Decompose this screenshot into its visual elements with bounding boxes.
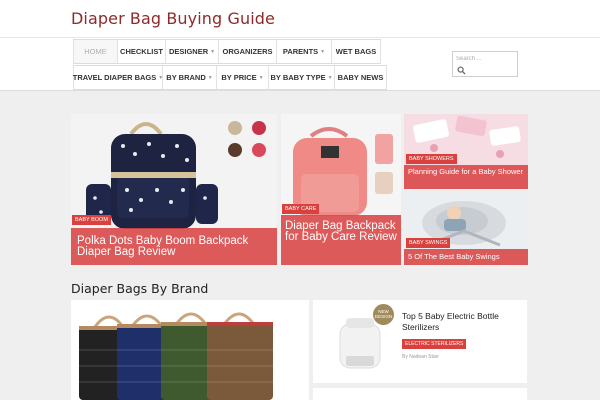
category-label[interactable]: Baby Swings [406, 238, 451, 248]
nav-label: By Price [221, 73, 257, 82]
nav-item-wet-bags[interactable]: Wet Bags [331, 40, 381, 63]
featured-post-4[interactable]: Baby Swings 5 Of The Best Baby Swings [404, 191, 528, 265]
search-box [452, 51, 518, 77]
featured-title[interactable]: Polka Dots Baby Boom Backpack Diaper Bag… [71, 228, 277, 265]
chevron-down-icon: ▼ [320, 48, 326, 55]
chevron-down-icon: ▼ [258, 74, 264, 81]
search-input[interactable] [456, 54, 514, 63]
featured-title[interactable]: Diaper Bag Backpack for Baby Care Review [281, 215, 401, 265]
nav-label: Travel Diaper Bags [72, 73, 157, 82]
featured-post-1[interactable]: Baby Boom Polka Dots Baby Boom Backpack … [71, 114, 277, 265]
nav-item-home[interactable]: Home [73, 40, 117, 63]
category-label[interactable]: Baby Care [282, 204, 320, 214]
chevron-down-icon: ▼ [327, 74, 333, 81]
post-category[interactable]: ELECTRIC STERILIZERS [402, 339, 467, 349]
nav-label: By Baby Type [270, 73, 326, 82]
nav-item-by-brand[interactable]: By Brand ▼ [162, 66, 216, 89]
chevron-down-icon: ▼ [207, 74, 213, 81]
new-design-badge: NEW DESIGN [373, 304, 394, 325]
post-title[interactable]: Top 5 Baby Electric Bottle Sterilizers [402, 311, 520, 333]
nav-row-1: Home Checklist Designer ▼ Organizers Parents ▼… [73, 39, 381, 64]
nav-item-designer[interactable]: Designer ▼ [165, 40, 218, 63]
featured-title[interactable]: 5 Of The Best Baby Swings [404, 249, 528, 265]
nav-item-parents[interactable]: Parents ▼ [276, 40, 331, 63]
nav-item-organizers[interactable]: Organizers [218, 40, 276, 63]
nav-label: Home [84, 47, 107, 56]
nav-label: Organizers [222, 47, 273, 56]
nav-row-2: Travel Diaper Bags ▼ By Brand ▼ By Price ▼ By … [73, 65, 387, 90]
featured-title[interactable]: Planning Guide for a Baby Shower [404, 165, 528, 189]
search-icon[interactable] [457, 66, 466, 75]
category-label[interactable]: Baby Showers [406, 154, 457, 164]
category-label[interactable]: Baby Boom [72, 215, 111, 225]
nav-item-by-baby-type[interactable]: By Baby Type ▼ [268, 66, 334, 89]
site-title[interactable]: Diaper Bag Buying Guide [71, 9, 275, 28]
nav-item-travel-diaper-bags[interactable]: Travel Diaper Bags ▼ [72, 66, 163, 89]
nav-label: Baby News [337, 73, 384, 82]
nav-item-baby-news[interactable]: Baby News [334, 66, 387, 89]
brand-bags-image[interactable] [71, 300, 309, 400]
nav-item-checklist[interactable]: Checklist [117, 40, 165, 63]
nav-label: Parents [282, 47, 319, 56]
nav-label: Designer [168, 47, 209, 56]
section-title: Diaper Bags By Brand [71, 281, 209, 296]
post-author: By Nadean Starr [402, 354, 439, 360]
nav-item-by-price[interactable]: By Price ▼ [216, 66, 268, 89]
nav-label: Checklist [120, 47, 163, 56]
featured-post-2[interactable]: Baby Care Diaper Bag Backpack for Baby C… [281, 114, 401, 265]
chevron-down-icon: ▼ [210, 48, 216, 55]
site-header: Diaper Bag Buying Guide [0, 0, 600, 38]
post-card[interactable]: NEW DESIGN Top 5 Baby Electric Bottle St… [313, 300, 527, 383]
nav-label: By Brand [166, 73, 206, 82]
post-card-next[interactable] [313, 388, 527, 400]
nav-label: Wet Bags [335, 47, 377, 56]
featured-post-3[interactable]: Baby Showers Planning Guide for a Baby S… [404, 114, 528, 189]
